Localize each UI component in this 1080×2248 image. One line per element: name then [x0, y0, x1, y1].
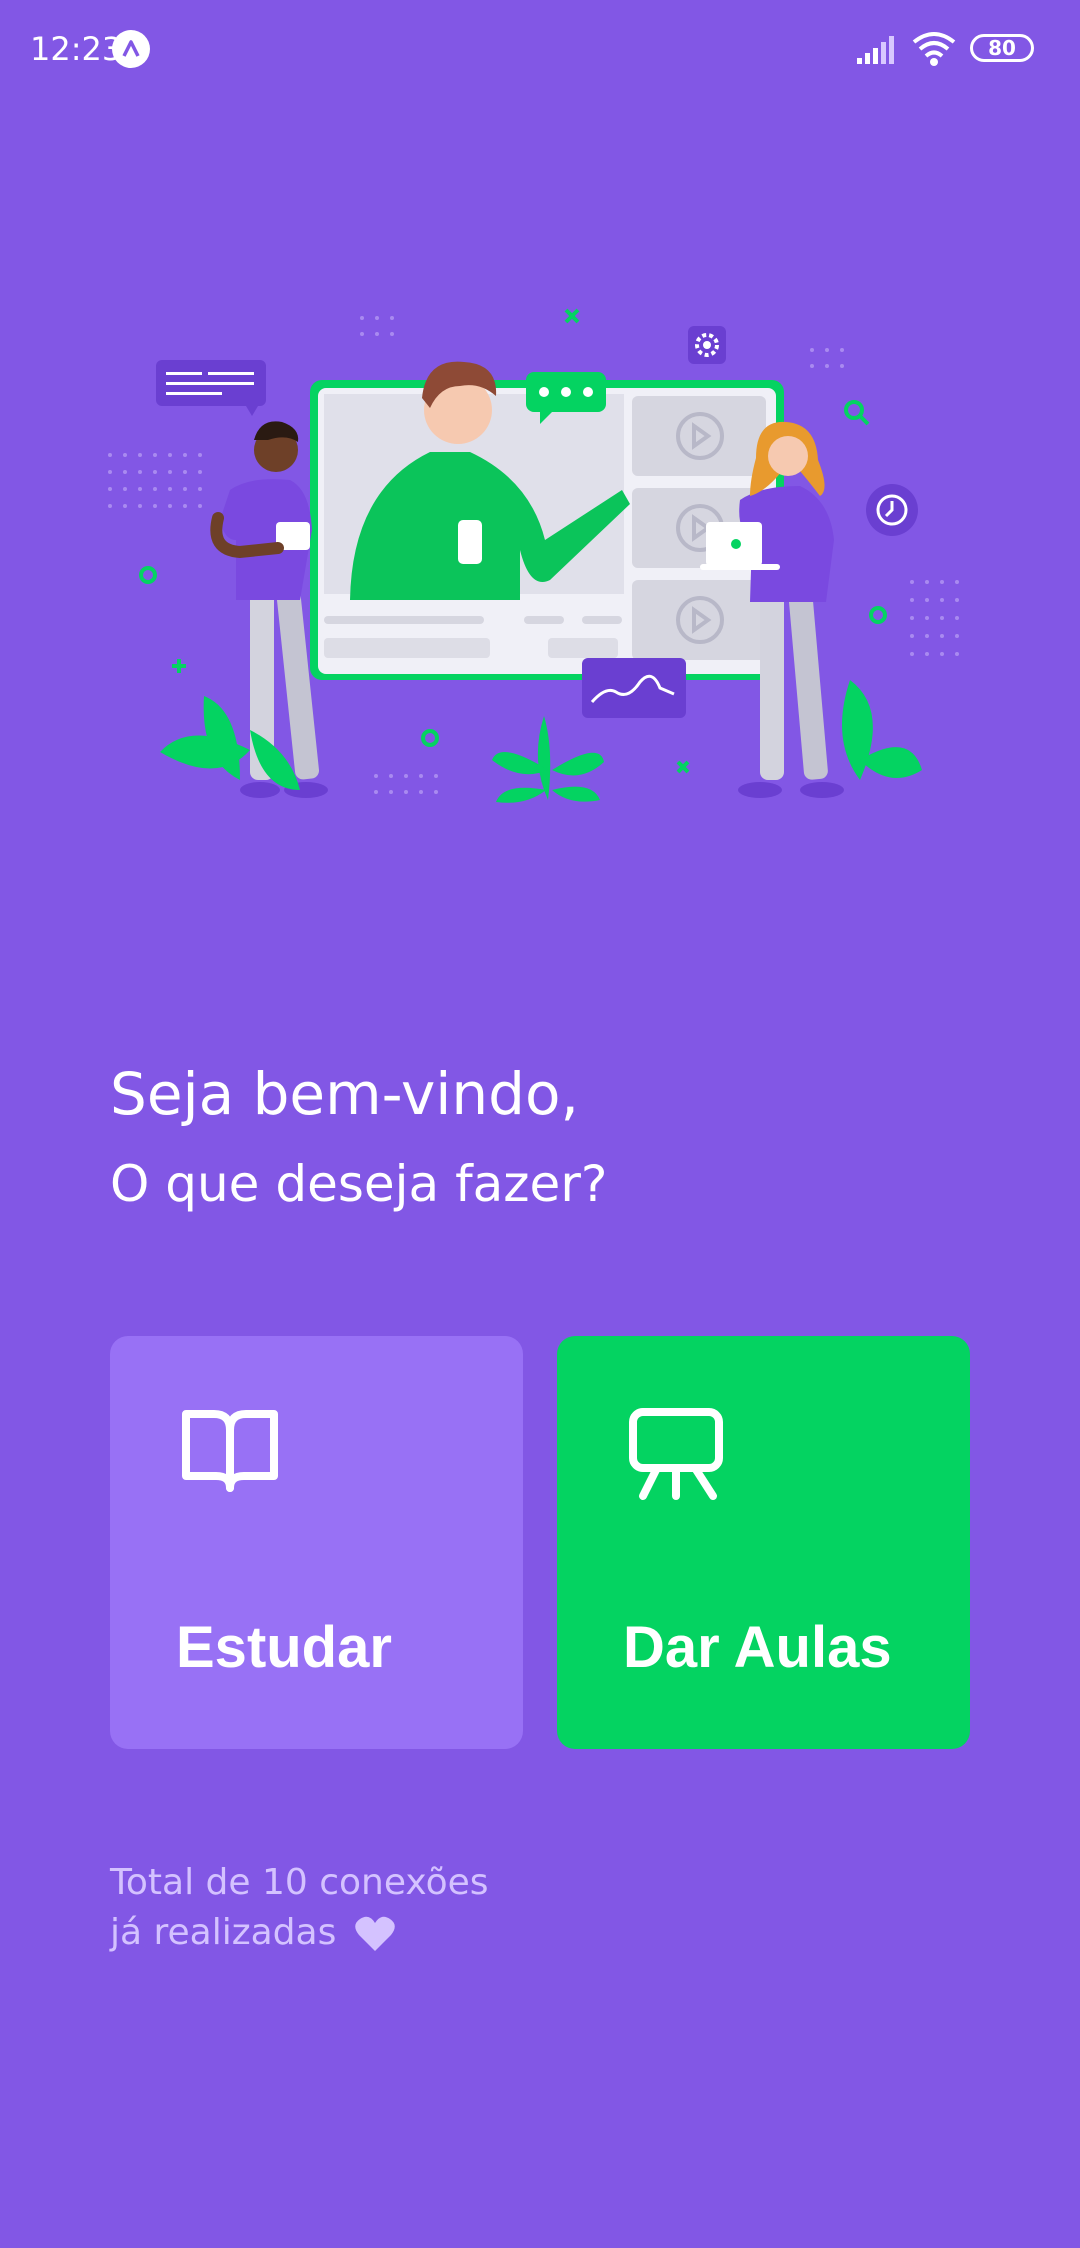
connections-info: Total de 10 conexões já realizadas — [110, 1858, 489, 1958]
battery-level: 80 — [988, 36, 1016, 60]
battery-icon: 80 — [970, 34, 1034, 62]
clock-icon — [866, 484, 918, 536]
signal-icon — [857, 36, 894, 64]
welcome-subtitle: O que deseja fazer? — [110, 1155, 608, 1213]
teach-label: Dar Aulas — [623, 1615, 892, 1680]
app-badge-icon — [112, 30, 150, 68]
teach-button[interactable]: Dar Aulas — [557, 1336, 970, 1749]
hero-illustration — [108, 308, 959, 803]
gear-icon — [688, 326, 726, 364]
connections-line1: Total de 10 conexões — [110, 1862, 489, 1903]
welcome-title: Seja bem-vindo, — [110, 1060, 579, 1128]
status-bar: 12:23 80 — [0, 0, 1080, 100]
study-button[interactable]: Estudar — [110, 1336, 523, 1749]
connections-line2-text: já realizadas — [110, 1912, 337, 1953]
status-time: 12:23 — [30, 30, 123, 68]
presentation-icon — [629, 1408, 723, 1500]
wifi-icon — [912, 32, 956, 66]
book-icon — [182, 1410, 278, 1492]
heart-icon — [355, 1916, 395, 1951]
connections-line2: já realizadas — [110, 1908, 489, 1958]
study-label: Estudar — [176, 1615, 392, 1680]
chart-icon — [582, 658, 686, 718]
